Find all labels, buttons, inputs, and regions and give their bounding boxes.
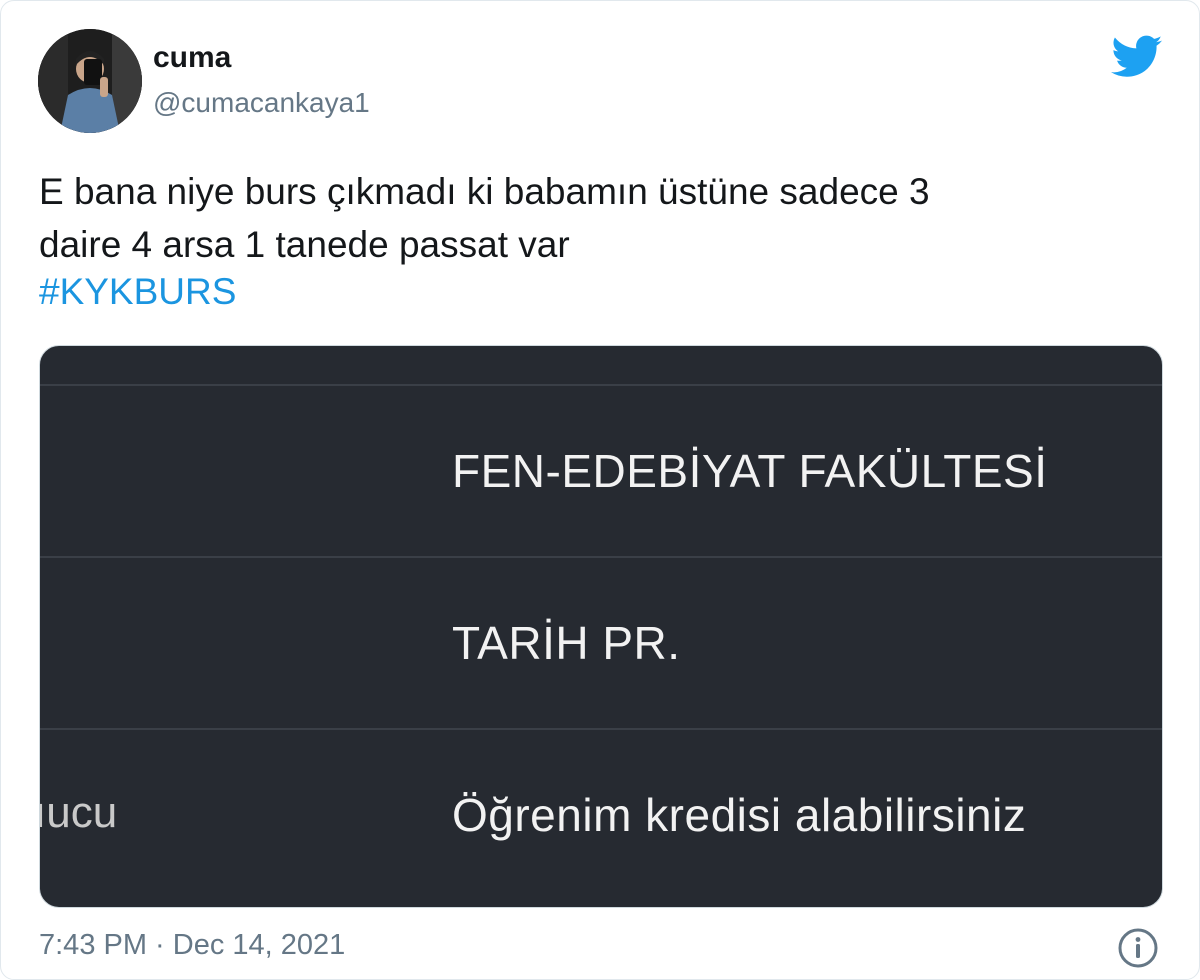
info-icon[interactable] xyxy=(1117,927,1159,969)
hashtag-link[interactable]: #KYKBURS xyxy=(39,269,236,314)
tweet-card: cuma @cumacankaya1 E bana niye burs çıkm… xyxy=(0,0,1200,980)
divider xyxy=(40,556,1162,558)
media-row-program: TARİH PR. xyxy=(452,617,681,669)
avatar[interactable] xyxy=(38,29,142,133)
divider xyxy=(40,728,1162,730)
divider xyxy=(40,384,1162,386)
media-row-cut-label: ıucu xyxy=(39,788,118,837)
media-row-faculty: FEN-EDEBİYAT FAKÜLTESİ xyxy=(452,445,1048,497)
media-row-result: Öğrenim kredisi alabilirsiniz xyxy=(452,789,1027,841)
display-name[interactable]: cuma xyxy=(153,41,231,75)
twitter-bird-icon[interactable] xyxy=(1111,35,1163,79)
profile-photo xyxy=(38,29,142,133)
tweet-timestamp[interactable]: 7:43 PM · Dec 14, 2021 xyxy=(39,929,345,962)
tweet-media-image[interactable]: FEN-EDEBİYAT FAKÜLTESİ TARİH PR. ıucu Öğ… xyxy=(39,345,1163,908)
tweet-text: E bana niye burs çıkmadı ki babamın üstü… xyxy=(39,171,930,265)
user-handle[interactable]: @cumacankaya1 xyxy=(153,87,370,119)
